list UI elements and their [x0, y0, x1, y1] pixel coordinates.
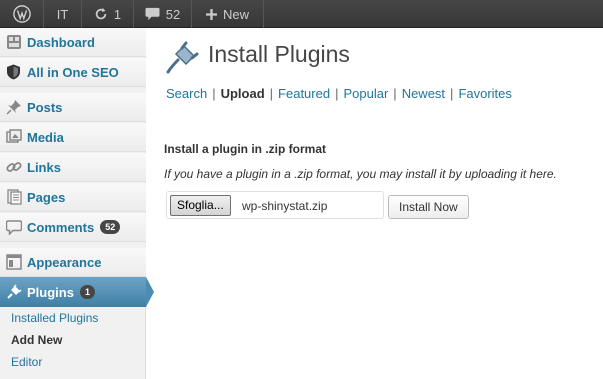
admin-bar: IT 1 52 New: [0, 0, 603, 28]
comment-bubble-icon: [145, 7, 160, 21]
site-name-label: IT: [56, 6, 69, 22]
plugins-submenu: Installed Plugins Add New Editor: [0, 307, 146, 373]
submenu-editor[interactable]: Editor: [0, 351, 146, 373]
sidebar-label: Plugins: [27, 284, 74, 300]
sidebar-label: Media: [27, 129, 64, 145]
sidebar-item-pages[interactable]: Pages: [0, 183, 146, 212]
main-content: Install Plugins Search | Upload | Featured | P…: [146, 28, 603, 379]
file-upload-field[interactable]: Sfoglia... wp-shinystat.zip: [166, 191, 384, 219]
comments-badge: 52: [100, 220, 121, 234]
tab-separator: |: [335, 86, 339, 101]
comments-count: 52: [165, 6, 181, 22]
submenu-add-new[interactable]: Add New: [0, 329, 146, 351]
tab-search[interactable]: Search: [166, 86, 207, 101]
pages-icon: [0, 189, 27, 205]
refresh-icon: [95, 7, 107, 20]
sidebar-item-comments[interactable]: Comments 52: [0, 213, 146, 242]
tab-featured[interactable]: Featured: [278, 86, 330, 101]
admin-sidebar: Dashboard All in One SEO Posts Media Lin…: [0, 28, 154, 379]
shield-icon: [0, 64, 27, 80]
install-now-button[interactable]: Install Now: [388, 195, 469, 219]
updates-link[interactable]: 1: [82, 0, 134, 28]
install-tabs-nav: Search | Upload | Featured | Popular | Newest | Fa…: [166, 86, 512, 101]
submenu-installed-plugins[interactable]: Installed Plugins: [0, 307, 146, 329]
tab-separator: |: [393, 86, 397, 101]
wordpress-logo-icon[interactable]: [0, 0, 44, 28]
sidebar-label: All in One SEO: [27, 64, 119, 80]
sidebar-item-posts[interactable]: Posts: [0, 93, 146, 122]
tab-upload[interactable]: Upload: [221, 86, 265, 101]
sidebar-label: Dashboard: [27, 34, 95, 50]
selected-file-name: wp-shinystat.zip: [242, 199, 328, 213]
sidebar-item-plugins[interactable]: Plugins 1: [0, 277, 154, 307]
dashboard-icon: [0, 34, 27, 50]
new-content-button[interactable]: New: [192, 0, 264, 28]
pushpin-icon: [0, 99, 27, 115]
tab-separator: |: [212, 86, 216, 101]
new-label: New: [222, 6, 249, 22]
plug-icon: [0, 284, 27, 300]
updates-count: 1: [113, 6, 122, 22]
site-name-link[interactable]: IT: [44, 0, 82, 28]
plus-icon: [205, 8, 217, 20]
comment-icon: [0, 219, 27, 235]
sidebar-label: Links: [27, 159, 61, 175]
tab-separator: |: [450, 86, 454, 101]
sidebar-label: Appearance: [27, 254, 102, 270]
sidebar-item-dashboard[interactable]: Dashboard: [0, 28, 146, 57]
tab-separator: |: [269, 86, 274, 101]
tab-newest[interactable]: Newest: [402, 86, 445, 101]
sidebar-item-media[interactable]: Media: [0, 123, 146, 152]
sidebar-item-links[interactable]: Links: [0, 153, 146, 182]
sidebar-label: Posts: [27, 99, 63, 115]
tab-popular[interactable]: Popular: [343, 86, 388, 101]
tab-favorites[interactable]: Favorites: [458, 86, 511, 101]
comments-link[interactable]: 52: [134, 0, 192, 28]
sidebar-item-all-in-one-seo[interactable]: All in One SEO: [0, 58, 146, 87]
upload-description: If you have a plugin in a .zip format, y…: [164, 167, 557, 181]
sidebar-label: Comments: [27, 219, 95, 235]
upload-heading: Install a plugin in .zip format: [164, 142, 327, 156]
page-title: Install Plugins: [208, 41, 350, 67]
plugins-badge: 1: [79, 285, 95, 299]
sidebar-item-appearance[interactable]: Appearance: [0, 248, 146, 277]
media-icon: [0, 129, 27, 145]
sidebar-label: Pages: [27, 189, 66, 205]
link-icon: [0, 159, 27, 175]
appearance-icon: [0, 254, 27, 270]
plugin-plug-icon: [164, 40, 200, 76]
browse-button[interactable]: Sfoglia...: [170, 195, 231, 216]
